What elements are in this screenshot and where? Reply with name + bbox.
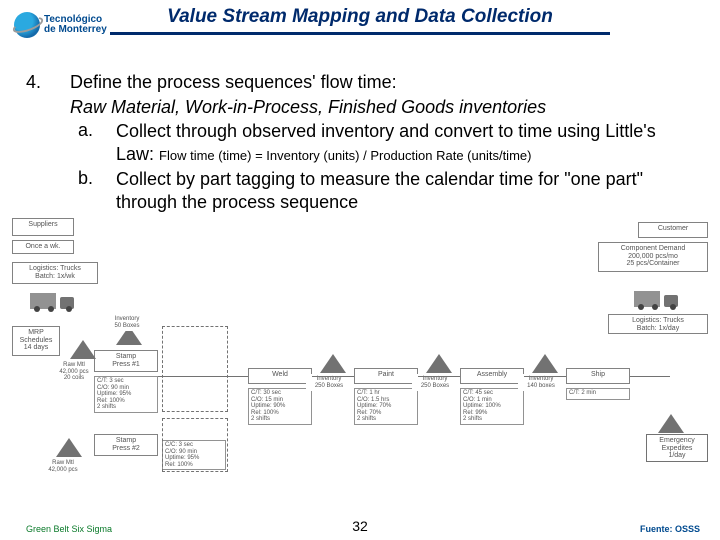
arrow-icon: [524, 376, 566, 377]
arrow-icon: [312, 376, 354, 377]
littles-law-formula: Flow time (time) = Inventory (units) / P…: [159, 148, 531, 163]
logistics-in-box: Logistics: Trucks Batch: 1x/wk: [12, 262, 98, 284]
stamp2-box: Stamp Press #2: [94, 434, 158, 456]
dash-box2-icon: [162, 418, 228, 472]
stamp-box: Stamp Press #1: [94, 350, 158, 372]
item-b-label: b.: [78, 168, 100, 214]
logo-text: Tecnológico de Monterrey: [44, 15, 107, 36]
weld-data: C/T: 30 sec C/O: 15 min Uptime: 90% Rel:…: [248, 388, 312, 425]
slide-footer: Green Belt Six Sigma 32 Fuente: OSSS: [0, 516, 720, 534]
title-underline: [110, 32, 610, 35]
inbound-truck-icon: [30, 290, 74, 312]
item-a-text: Collect through observed inventory and c…: [116, 120, 694, 166]
item-a-label: a.: [78, 120, 100, 166]
arrow-icon: [158, 376, 248, 377]
customer-box: Customer: [638, 222, 708, 238]
assembly-data: C/T: 45 sec C/O: 1 min Uptime: 100% Rel:…: [460, 388, 524, 425]
supplier-ship-box: Once a wk.: [12, 240, 74, 254]
ship-box: Ship: [566, 368, 630, 384]
main-content: 4. Define the process sequences' flow ti…: [0, 54, 720, 216]
slide-header: Tecnológico de Monterrey Value Stream Ma…: [0, 0, 720, 54]
institution-logo: Tecnológico de Monterrey: [14, 12, 107, 38]
list-heading: Define the process sequences' flow time:: [70, 72, 694, 93]
raw2-label: Raw Mtl 42,000 pcs: [40, 458, 86, 480]
title-block: Value Stream Mapping and Data Collection: [14, 6, 706, 35]
outbound-truck-icon: [634, 288, 678, 310]
weld-box: Weld: [248, 368, 312, 384]
inv1-label: Inventory 50 Boxes: [102, 314, 152, 331]
emergency-box: Emergency Expedites 1/day: [646, 434, 708, 462]
logistics-out-box: Logistics: Trucks Batch: 1x/day: [608, 314, 708, 334]
paint-data: C/T: 1 hr C/O: 1.5 hrs Uptime: 70% Rel: …: [354, 388, 418, 425]
item-b-text: Collect by part tagging to measure the c…: [116, 168, 694, 214]
vsm-diagram: Suppliers Once a wk. Logistics: Trucks B…: [12, 218, 708, 488]
footer-source: Fuente: OSSS: [640, 524, 700, 534]
list-subtitle: Raw Material, Work-in-Process, Finished …: [70, 97, 694, 118]
stamp-data: C/T: 3 sec C/O: 90 min Uptime: 95% Rel: …: [94, 376, 158, 413]
list-number: 4.: [26, 72, 50, 216]
assembly-box: Assembly: [460, 368, 524, 384]
page-number: 32: [0, 518, 720, 534]
page-title: Value Stream Mapping and Data Collection: [167, 6, 553, 30]
suppliers-box: Suppliers: [12, 218, 74, 236]
raw1-label: Raw Mtl 42,000 pcs 20 coils: [54, 360, 94, 388]
customer-detail-box: Component Demand 200,000 pcs/mo 25 pcs/C…: [598, 242, 708, 272]
paint-box: Paint: [354, 368, 418, 384]
dash-box1-icon: [162, 326, 228, 412]
mrp-box: MRP Schedules 14 days: [12, 326, 60, 356]
arrow-icon: [418, 376, 460, 377]
arrow-icon: [630, 376, 670, 377]
logo-globe-icon: [14, 12, 40, 38]
ship-data: C/T: 2 min: [566, 388, 630, 400]
